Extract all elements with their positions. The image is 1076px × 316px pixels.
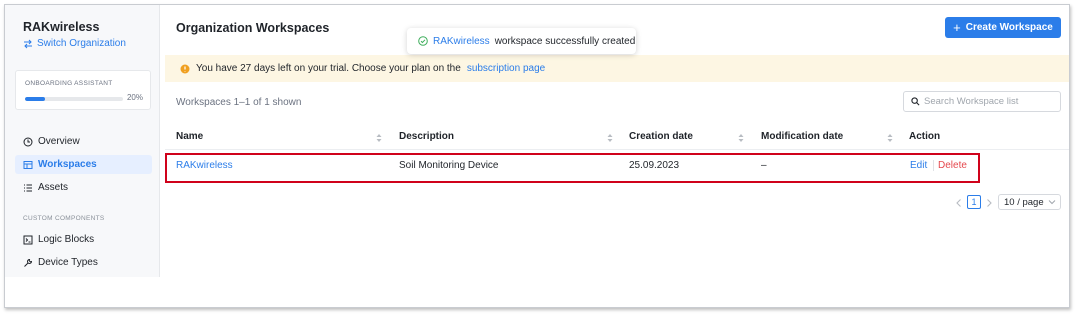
onboarding-progress-fill xyxy=(25,97,45,101)
table-row xyxy=(165,153,980,183)
sort-icon[interactable] xyxy=(607,133,613,143)
sidebar-item-label: Device Types xyxy=(38,257,98,268)
custom-components-heading: CUSTOM COMPONENTS xyxy=(23,215,105,222)
search-input[interactable] xyxy=(924,96,1059,107)
terminal-icon xyxy=(23,235,33,244)
sidebar-item-workspaces[interactable]: Workspaces xyxy=(15,155,152,174)
workspace-description: Soil Monitoring Device xyxy=(399,160,499,171)
switch-organization-link[interactable]: Switch Organization xyxy=(23,38,126,49)
plus-icon: + xyxy=(953,20,961,35)
sidebar-item-device-types[interactable]: Device Types xyxy=(15,253,152,272)
column-header-name[interactable]: Name xyxy=(176,131,203,142)
trial-banner-text: You have 27 days left on your trial. Cho… xyxy=(196,63,461,74)
column-header-action: Action xyxy=(909,131,941,142)
create-workspace-label: Create Workspace xyxy=(965,22,1053,33)
sort-icon[interactable] xyxy=(738,133,744,143)
sidebar: RAKwireless Switch Organization ONBOARDI… xyxy=(5,5,160,277)
search-box[interactable] xyxy=(903,91,1061,112)
sidebar-item-logic-blocks[interactable]: Logic Blocks xyxy=(15,230,152,249)
sidebar-item-assets[interactable]: Assets xyxy=(15,178,152,197)
toast-workspace-link[interactable]: RAKwireless xyxy=(433,36,490,47)
create-workspace-button[interactable]: + Create Workspace xyxy=(945,17,1061,38)
onboarding-progress-value: 20% xyxy=(126,93,143,102)
page-size-value: 10 / page xyxy=(1004,196,1044,208)
toast-message: workspace successfully created xyxy=(494,35,636,47)
page-title: Organization Workspaces xyxy=(176,21,330,35)
workspace-modification-date: – xyxy=(761,160,767,171)
swap-icon xyxy=(24,39,32,48)
sidebar-item-label: Logic Blocks xyxy=(38,234,95,245)
trial-banner: You have 27 days left on your trial. Cho… xyxy=(165,55,1069,82)
chevron-left-icon[interactable] xyxy=(955,198,963,208)
chevron-down-icon xyxy=(1048,200,1055,205)
subscription-page-link[interactable]: subscription page xyxy=(467,63,545,74)
organization-name: RAKwireless xyxy=(23,20,100,34)
workspace-icon xyxy=(23,160,33,169)
sort-icon[interactable] xyxy=(376,133,382,143)
onboarding-progress-bar xyxy=(25,97,123,101)
onboarding-assistant[interactable]: ONBOARDING ASSISTANT 20% xyxy=(15,70,151,110)
sort-icon[interactable] xyxy=(887,133,893,143)
wrench-icon xyxy=(24,258,33,267)
page-size-select[interactable]: 10 / page xyxy=(998,194,1061,210)
search-icon xyxy=(911,97,920,106)
clock-icon xyxy=(23,137,33,146)
onboarding-title: ONBOARDING ASSISTANT xyxy=(25,80,113,87)
action-divider xyxy=(933,160,934,171)
column-header-creation-date[interactable]: Creation date xyxy=(629,131,693,142)
check-circle-icon xyxy=(418,36,428,46)
edit-workspace-button[interactable]: Edit xyxy=(910,160,927,171)
workspace-count: Workspaces 1–1 of 1 shown xyxy=(176,97,302,108)
sidebar-item-label: Assets xyxy=(38,182,69,193)
column-header-modification-date[interactable]: Modification date xyxy=(761,131,843,142)
workspace-creation-date: 25.09.2023 xyxy=(629,160,680,171)
page-number-button[interactable]: 1 xyxy=(967,195,981,209)
sidebar-item-overview[interactable]: Overview xyxy=(15,132,152,151)
workspace-name-link[interactable]: RAKwireless xyxy=(176,160,233,171)
column-header-description[interactable]: Description xyxy=(399,131,454,142)
success-toast: RAKwireless workspace successfully creat… xyxy=(407,28,636,54)
warning-icon xyxy=(180,64,190,73)
delete-workspace-button[interactable]: Delete xyxy=(938,160,967,171)
switch-organization-label: Switch Organization xyxy=(37,38,126,49)
chevron-right-icon[interactable] xyxy=(985,198,993,208)
app-window: RAKwireless Switch Organization ONBOARDI… xyxy=(4,4,1070,308)
sidebar-item-label: Workspaces xyxy=(38,159,97,170)
list-icon xyxy=(24,184,32,191)
sidebar-item-label: Overview xyxy=(38,136,80,147)
